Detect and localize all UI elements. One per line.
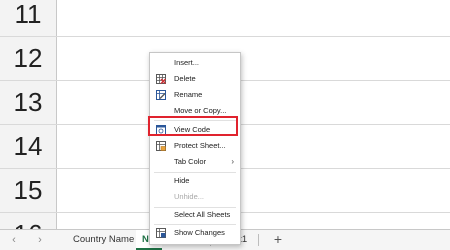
menu-item-label: Delete <box>174 74 196 83</box>
menu-item-label: Insert... <box>174 58 200 67</box>
show-changes-icon <box>156 228 166 238</box>
row-11: 11 <box>0 0 450 37</box>
row-header[interactable]: 11 <box>0 0 57 36</box>
scroll-tabs-left-icon[interactable]: ‹ <box>9 234 19 246</box>
menu-item-label: Hide <box>174 176 190 185</box>
add-sheet-button[interactable]: + <box>271 230 285 250</box>
menu-item-label: Select All Sheets <box>174 210 231 219</box>
view-code-icon <box>156 125 166 135</box>
menu-item-label: Tab Color <box>174 157 207 166</box>
tab-divider <box>258 234 259 246</box>
menu-item-label: Unhide... <box>174 192 205 201</box>
cell[interactable] <box>58 213 450 229</box>
menu-item-label: View Code <box>174 125 211 134</box>
cell[interactable] <box>58 37 450 80</box>
row-header[interactable]: 16 <box>0 213 57 229</box>
menu-item-insert[interactable]: Insert... <box>150 55 240 71</box>
menu-separator <box>154 120 236 121</box>
sheet-tab-country-name[interactable]: Country Name <box>67 230 135 250</box>
menu-item-show-changes[interactable]: Show Changes <box>150 225 240 241</box>
cell[interactable] <box>58 169 450 212</box>
cell[interactable] <box>58 125 450 168</box>
menu-item-tab-color[interactable]: Tab Color › <box>150 154 240 170</box>
menu-item-rename[interactable]: Rename <box>150 87 240 103</box>
protect-sheet-icon <box>156 141 166 151</box>
row-header[interactable]: 12 <box>0 37 57 80</box>
menu-item-unhide: Unhide... <box>150 189 240 205</box>
row-header[interactable]: 13 <box>0 81 57 124</box>
menu-item-label: Move or Copy... <box>174 106 227 115</box>
menu-item-label: Rename <box>174 90 203 99</box>
menu-item-view-code[interactable]: View Code <box>150 122 240 138</box>
menu-item-move-or-copy[interactable]: Move or Copy... <box>150 103 240 119</box>
cell[interactable] <box>58 81 450 124</box>
menu-item-delete[interactable]: Delete <box>150 71 240 87</box>
sheet-context-menu: Insert... Delete Rename Move or Copy... <box>149 52 241 245</box>
menu-item-protect-sheet[interactable]: Protect Sheet... <box>150 138 240 154</box>
menu-item-label: Protect Sheet... <box>174 141 226 150</box>
scroll-tabs-right-icon[interactable]: › <box>35 234 45 246</box>
row-header[interactable]: 14 <box>0 125 57 168</box>
menu-item-label: Show Changes <box>174 228 225 237</box>
cell[interactable] <box>58 0 450 36</box>
delete-sheet-icon <box>156 74 166 84</box>
menu-item-hide[interactable]: Hide <box>150 173 240 189</box>
rename-icon <box>156 90 166 100</box>
menu-item-select-all-sheets[interactable]: Select All Sheets <box>150 207 240 223</box>
row-header[interactable]: 15 <box>0 169 57 212</box>
chevron-right-icon: › <box>231 157 234 166</box>
